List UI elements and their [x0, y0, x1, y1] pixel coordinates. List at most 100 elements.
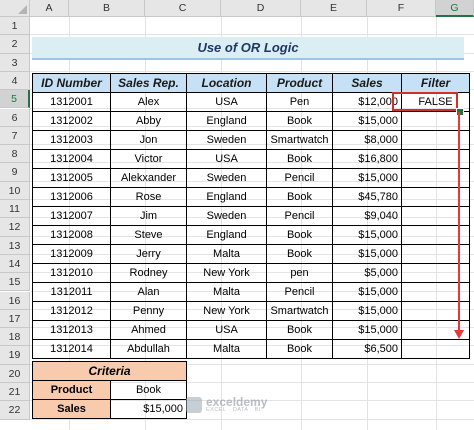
cell-location[interactable]: Malta	[186, 282, 267, 302]
cell-id[interactable]: 1312008	[32, 225, 111, 245]
cell-sales-rep[interactable]: Alekxander	[110, 168, 187, 188]
cell-sales[interactable]: $6,500	[332, 339, 402, 359]
row-header-8[interactable]: 8	[0, 145, 30, 164]
cell-id[interactable]: 1312001	[32, 92, 111, 112]
cell-sales-rep[interactable]: Ahmed	[110, 320, 187, 340]
cell-product[interactable]: Pencil	[266, 206, 333, 226]
cell-id[interactable]: 1312002	[32, 111, 111, 131]
row-header-19[interactable]: 19	[0, 346, 30, 365]
cell-sales[interactable]: $15,000	[332, 225, 402, 245]
cell-sales-rep[interactable]: Jim	[110, 206, 187, 226]
cell-product[interactable]: Pencil	[266, 282, 333, 302]
cell-id[interactable]: 1312010	[32, 263, 111, 283]
cell-sales[interactable]: $15,000	[332, 282, 402, 302]
row-header-21[interactable]: 21	[0, 383, 30, 402]
row-header-16[interactable]: 16	[0, 291, 30, 310]
cell-location[interactable]: USA	[186, 149, 267, 169]
criteria-label-product[interactable]: Product	[32, 380, 111, 400]
cell-sales-rep[interactable]: Jon	[110, 130, 187, 150]
cell-id[interactable]: 1312005	[32, 168, 111, 188]
row-header-12[interactable]: 12	[0, 218, 30, 237]
cell-location[interactable]: Sweden	[186, 130, 267, 150]
column-header-e[interactable]: E	[301, 0, 367, 17]
cell-id[interactable]: 1312004	[32, 149, 111, 169]
cell-sales[interactable]: $15,000	[332, 244, 402, 264]
row-header-4[interactable]: 4	[0, 71, 30, 91]
cell-sales-rep[interactable]: Rose	[110, 187, 187, 207]
cell-id[interactable]: 1312009	[32, 244, 111, 264]
row-header-2[interactable]: 2	[0, 35, 30, 54]
column-header-b[interactable]: B	[69, 0, 145, 17]
header-sales[interactable]: Sales	[332, 73, 402, 93]
row-header-17[interactable]: 17	[0, 309, 30, 329]
cell-filter[interactable]	[401, 339, 470, 359]
row-header-14[interactable]: 14	[0, 254, 30, 274]
cell-id[interactable]: 1312006	[32, 187, 111, 207]
cell-sales[interactable]: $15,000	[332, 320, 402, 340]
cell-location[interactable]: England	[186, 225, 267, 245]
cell-location[interactable]: England	[186, 111, 267, 131]
cell-sales[interactable]: $9,040	[332, 206, 402, 226]
cell-location[interactable]: Malta	[186, 339, 267, 359]
row-header-15[interactable]: 15	[0, 273, 30, 292]
cell-sales-rep[interactable]: Penny	[110, 301, 187, 321]
criteria-label-sales[interactable]: Sales	[32, 399, 111, 419]
header-filter[interactable]: Filter	[401, 73, 470, 93]
row-header-11[interactable]: 11	[0, 200, 30, 219]
row-header-10[interactable]: 10	[0, 181, 30, 200]
cell-product[interactable]: Book	[266, 111, 333, 131]
column-header-c[interactable]: C	[145, 0, 221, 17]
cell-sales[interactable]: $15,000	[332, 301, 402, 321]
cell-id[interactable]: 1312007	[32, 206, 111, 226]
column-header-f[interactable]: F	[367, 0, 436, 17]
cell-location[interactable]: Malta	[186, 244, 267, 264]
row-header-9[interactable]: 9	[0, 163, 30, 182]
column-header-a[interactable]: A	[30, 0, 69, 17]
select-all-corner[interactable]	[0, 0, 30, 17]
row-header-7[interactable]: 7	[0, 126, 30, 146]
cell-product[interactable]: Smartwatch	[266, 301, 333, 321]
cell-sales-rep[interactable]: Abdullah	[110, 339, 187, 359]
cell-product[interactable]: Book	[266, 320, 333, 340]
cell-sales[interactable]: $15,000	[332, 111, 402, 131]
header-id-number[interactable]: ID Number	[32, 73, 111, 93]
cell-location[interactable]: USA	[186, 320, 267, 340]
row-header-20[interactable]: 20	[0, 364, 30, 383]
cell-sales[interactable]: $16,800	[332, 149, 402, 169]
row-header-1[interactable]: 1	[0, 17, 30, 36]
row-header-3[interactable]: 3	[0, 53, 30, 72]
cell-id[interactable]: 1312011	[32, 282, 111, 302]
column-header-d[interactable]: D	[221, 0, 301, 17]
cell-product[interactable]: Book	[266, 187, 333, 207]
header-location[interactable]: Location	[186, 73, 267, 93]
cell-id[interactable]: 1312014	[32, 339, 111, 359]
cell-sales-rep[interactable]: Abby	[110, 111, 187, 131]
row-header-6[interactable]: 6	[0, 108, 30, 127]
cell-id[interactable]: 1312003	[32, 130, 111, 150]
row-header-18[interactable]: 18	[0, 328, 30, 347]
active-cell-selection[interactable]	[392, 92, 458, 111]
cell-sales[interactable]: $5,000	[332, 263, 402, 283]
cell-product[interactable]: Pen	[266, 92, 333, 112]
cell-sales-rep[interactable]: Alex	[110, 92, 187, 112]
cell-location[interactable]: USA	[186, 92, 267, 112]
cell-id[interactable]: 1312012	[32, 301, 111, 321]
row-header-22[interactable]: 22	[0, 401, 30, 420]
cell-product[interactable]: pen	[266, 263, 333, 283]
cell-product[interactable]: Smartwatch	[266, 130, 333, 150]
cell-sales[interactable]: $45,780	[332, 187, 402, 207]
cell-product[interactable]: Book	[266, 149, 333, 169]
cell-product[interactable]: Book	[266, 225, 333, 245]
cell-location[interactable]: Sweden	[186, 206, 267, 226]
criteria-value-sales[interactable]: $15,000	[110, 399, 187, 419]
cell-location[interactable]: New York	[186, 263, 267, 283]
column-header-g[interactable]: G	[436, 0, 474, 17]
cell-sales-rep[interactable]: Victor	[110, 149, 187, 169]
cell-product[interactable]: Pencil	[266, 168, 333, 188]
cell-sales-rep[interactable]: Alan	[110, 282, 187, 302]
row-header-5[interactable]: 5	[0, 90, 30, 109]
cell-location[interactable]: England	[186, 187, 267, 207]
cell-id[interactable]: 1312013	[32, 320, 111, 340]
cell-sales-rep[interactable]: Jerry	[110, 244, 187, 264]
cell-product[interactable]: Book	[266, 244, 333, 264]
